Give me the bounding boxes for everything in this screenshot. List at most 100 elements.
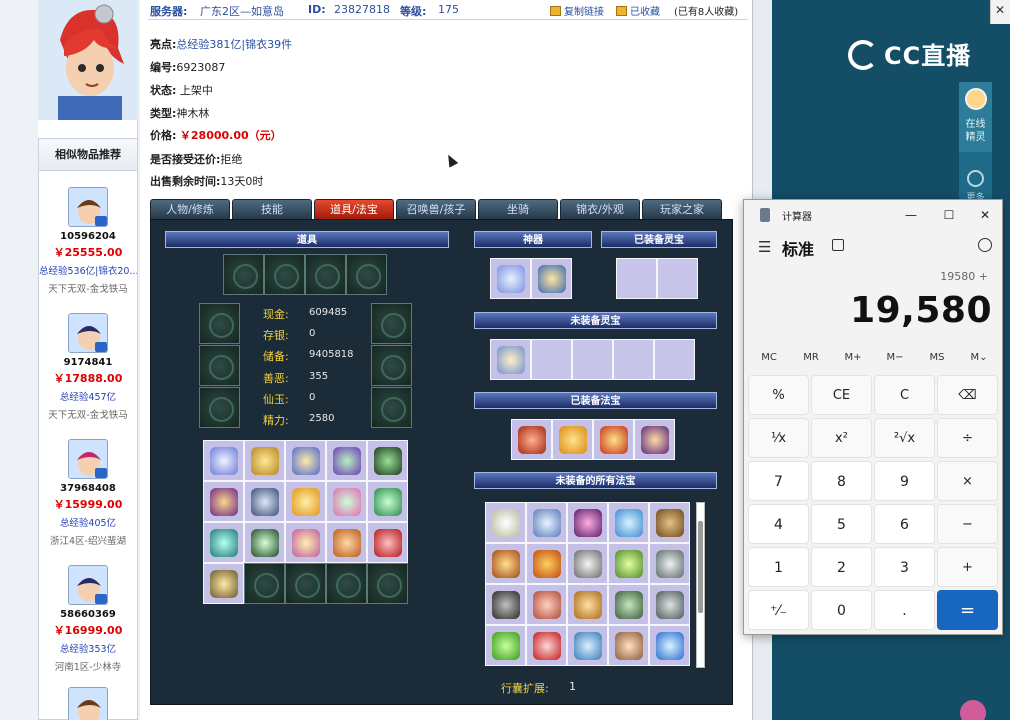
bag-slot[interactable] — [367, 522, 408, 563]
rec-item[interactable]: 9174841 ￥17888.00 总经验457亿 天下无双-金戈铁马 — [39, 313, 137, 421]
bag-slot[interactable] — [244, 481, 285, 522]
digit-2-key[interactable]: 2 — [811, 547, 872, 587]
spirit-slot[interactable] — [490, 339, 531, 380]
bag-slot[interactable] — [367, 440, 408, 481]
rec-item[interactable]: 37968408 ￥15999.00 总经验405亿 浙江4区-绍兴蜚湖 — [39, 439, 137, 547]
digit-9-key[interactable]: 9 — [874, 461, 935, 501]
unequipped-treasure-slot[interactable] — [649, 584, 690, 625]
unequipped-treasure-slot[interactable] — [649, 625, 690, 666]
equip-slot[interactable] — [305, 254, 346, 295]
clear-entry-key[interactable]: CE — [811, 375, 872, 415]
unequipped-treasure-slot[interactable] — [567, 502, 608, 543]
tab-player-home[interactable]: 玩家之家 — [642, 199, 722, 219]
bag-slot[interactable] — [367, 481, 408, 522]
artifact-slot[interactable] — [531, 258, 572, 299]
bag-slot[interactable] — [203, 481, 244, 522]
square-root-key[interactable]: ²√x — [874, 418, 935, 458]
equip-slot[interactable] — [223, 254, 264, 295]
unequipped-treasure-slot[interactable] — [608, 584, 649, 625]
highlight-value[interactable]: 总经验381亿|锦衣39件 — [176, 38, 292, 51]
unequipped-treasure-slot[interactable] — [567, 625, 608, 666]
treasure-slot[interactable] — [593, 419, 634, 460]
digit-3-key[interactable]: 3 — [874, 547, 935, 587]
unequipped-treasure-slot[interactable] — [649, 543, 690, 584]
unequipped-treasure-slot[interactable] — [567, 543, 608, 584]
equipped-spirit-slot[interactable] — [616, 258, 657, 299]
spirit-slot[interactable] — [531, 339, 572, 380]
tab-skills[interactable]: 技能 — [232, 199, 312, 219]
bag-slot[interactable] — [326, 563, 367, 604]
unequipped-treasure-slot[interactable] — [567, 584, 608, 625]
bag-slot[interactable] — [244, 522, 285, 563]
divide-key[interactable]: ÷ — [937, 418, 998, 458]
equip-slot[interactable] — [346, 254, 387, 295]
clear-key[interactable]: C — [874, 375, 935, 415]
unequipped-treasure-slot[interactable] — [485, 625, 526, 666]
digit-1-key[interactable]: 1 — [748, 547, 809, 587]
calculator-titlebar[interactable]: 计算器 — ☐ ✕ — [744, 200, 1002, 230]
rec-avatar[interactable] — [68, 687, 108, 720]
digit-4-key[interactable]: 4 — [748, 504, 809, 544]
equip-slot[interactable] — [371, 387, 412, 428]
bag-slot[interactable] — [244, 563, 285, 604]
bag-slot[interactable] — [203, 440, 244, 481]
bag-slot[interactable] — [326, 440, 367, 481]
unequipped-treasure-slot[interactable] — [526, 502, 567, 543]
minus-key[interactable]: − — [937, 504, 998, 544]
hamburger-menu-icon[interactable]: ☰ — [758, 238, 771, 256]
rec-avatar[interactable] — [68, 565, 108, 605]
bag-slot[interactable] — [285, 440, 326, 481]
favorite-button[interactable]: 已收藏 — [616, 3, 660, 18]
backspace-key[interactable]: ⌫ — [937, 375, 998, 415]
cc-sprite-button[interactable]: 在线精灵 — [959, 82, 992, 152]
bag-slot[interactable] — [285, 481, 326, 522]
maximize-button[interactable]: ☐ — [934, 204, 964, 226]
bag-slot[interactable] — [285, 563, 326, 604]
bag-slot[interactable] — [244, 440, 285, 481]
tab-outfits[interactable]: 锦衣/外观 — [560, 199, 640, 219]
unequipped-treasure-slot[interactable] — [526, 543, 567, 584]
digit-7-key[interactable]: 7 — [748, 461, 809, 501]
equip-slot[interactable] — [371, 345, 412, 386]
decimal-key[interactable]: . — [874, 590, 935, 630]
assistant-icon[interactable] — [960, 700, 986, 720]
treasure-slot[interactable] — [634, 419, 675, 460]
unequipped-treasure-slot[interactable] — [526, 625, 567, 666]
bag-slot[interactable] — [285, 522, 326, 563]
memory-clear-button[interactable]: MC — [748, 352, 790, 363]
multiply-key[interactable]: × — [937, 461, 998, 501]
tab-items-treasures[interactable]: 道具/法宝 — [314, 199, 394, 219]
memory-store-button[interactable]: MS — [916, 352, 958, 363]
equip-slot[interactable] — [199, 303, 240, 344]
memory-list-button[interactable]: M⌄ — [958, 352, 1000, 363]
keep-on-top-icon[interactable] — [832, 239, 844, 251]
digit-8-key[interactable]: 8 — [811, 461, 872, 501]
bag-slot[interactable] — [326, 481, 367, 522]
spirit-slot[interactable] — [613, 339, 654, 380]
bag-slot[interactable] — [203, 522, 244, 563]
digit-5-key[interactable]: 5 — [811, 504, 872, 544]
bag-slot[interactable] — [367, 563, 408, 604]
unequipped-treasure-slot[interactable] — [485, 502, 526, 543]
bag-slot[interactable] — [203, 563, 244, 604]
negate-key[interactable]: ⁺⁄₋ — [748, 590, 809, 630]
equip-slot[interactable] — [264, 254, 305, 295]
rec-avatar[interactable] — [68, 439, 108, 479]
equipped-spirit-slot[interactable] — [657, 258, 698, 299]
scroll-thumb[interactable] — [698, 521, 703, 613]
tab-character[interactable]: 人物/修炼 — [150, 199, 230, 219]
rec-item[interactable]: 10596204 ￥25555.00 总经验536亿|锦衣20... 天下无双-… — [39, 187, 137, 295]
equip-slot[interactable] — [371, 303, 412, 344]
equip-slot[interactable] — [199, 387, 240, 428]
plus-key[interactable]: + — [937, 547, 998, 587]
spirit-slot[interactable] — [654, 339, 695, 380]
rec-item[interactable]: 58660369 ￥16999.00 总经验353亿 河南1区-少林寺 — [39, 565, 137, 673]
unequipped-treasure-slot[interactable] — [608, 502, 649, 543]
spirit-slot[interactable] — [572, 339, 613, 380]
percent-key[interactable]: % — [748, 375, 809, 415]
equals-key[interactable]: = — [937, 590, 998, 630]
digit-6-key[interactable]: 6 — [874, 504, 935, 544]
equip-slot[interactable] — [199, 345, 240, 386]
unequipped-treasure-slot[interactable] — [608, 625, 649, 666]
rec-avatar[interactable] — [68, 313, 108, 353]
